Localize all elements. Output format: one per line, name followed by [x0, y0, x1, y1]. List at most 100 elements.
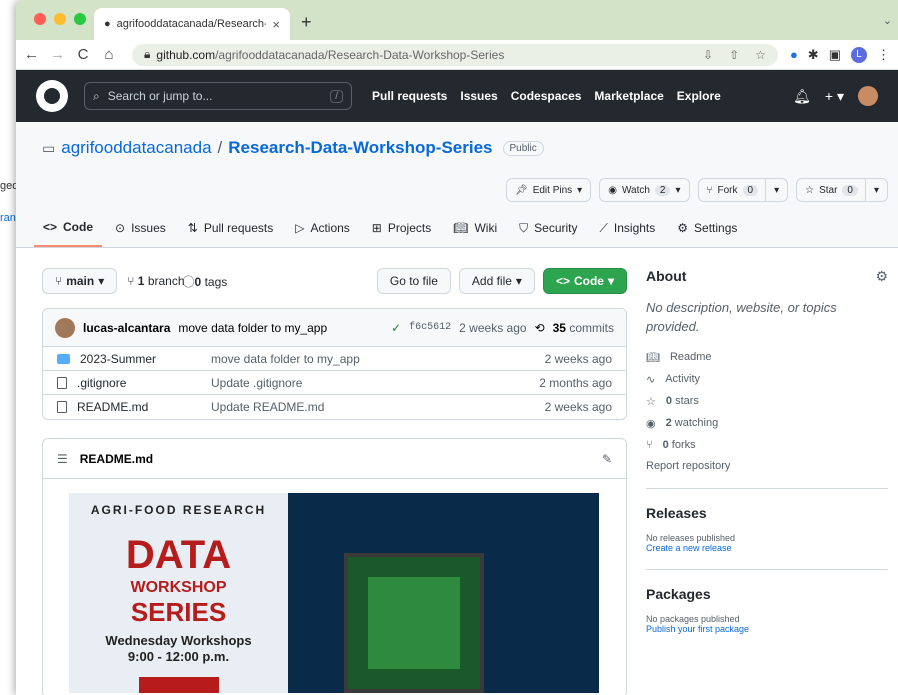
- tab-security[interactable]: ⛉ Security: [510, 220, 586, 247]
- tab-search-icon[interactable]: ⌄: [883, 14, 892, 27]
- list-icon[interactable]: ☰: [57, 452, 68, 466]
- nav-issues[interactable]: Issues: [460, 89, 497, 103]
- search-input[interactable]: ⌕ Search or jump to... /: [84, 82, 352, 110]
- forks-link[interactable]: ⑂ 0 forks: [646, 439, 888, 451]
- file-name[interactable]: 2023-Summer: [80, 352, 156, 366]
- back-icon[interactable]: ←: [24, 46, 39, 63]
- close-tab-icon[interactable]: ×: [272, 17, 280, 32]
- github-header: ⌕ Search or jump to... / Pull requests I…: [16, 70, 898, 122]
- shield-icon: ⛉: [519, 220, 529, 235]
- file-time: 2 months ago: [539, 375, 612, 390]
- tab-wiki[interactable]: 📖︎ Wiki: [444, 220, 506, 247]
- profile-avatar[interactable]: L: [851, 46, 867, 63]
- create-release-link[interactable]: Create a new release: [646, 543, 888, 553]
- fork-button[interactable]: ⑂ Fork 0 ▾: [697, 178, 789, 202]
- branches-link[interactable]: ⑂ 1 branch: [127, 274, 184, 288]
- tab-insights[interactable]: ⟋ Insights: [591, 220, 665, 247]
- chevron-down-icon[interactable]: ▾: [864, 178, 879, 202]
- report-repository-link[interactable]: Report repository: [646, 460, 888, 472]
- code-button[interactable]: <> Code ▾: [542, 268, 627, 294]
- address-bar[interactable]: 🔒︎ github.com/agrifooddatacanada/Researc…: [132, 43, 778, 66]
- nav-marketplace[interactable]: Marketplace: [594, 89, 663, 103]
- commits-link[interactable]: 35 commits: [553, 321, 614, 335]
- main-content: ⑂main▾ ⑂ 1 branch ⃝0 tags Go to file Add…: [42, 268, 627, 695]
- new-tab-button[interactable]: +: [301, 12, 312, 33]
- tab-actions-label: Actions: [310, 221, 350, 235]
- extension-icon[interactable]: ●: [790, 47, 798, 62]
- tab-pull-requests[interactable]: ⇅ Pull requests: [179, 220, 282, 247]
- branch-selector[interactable]: ⑂ main ▾: [42, 268, 118, 294]
- address-path: /agrifooddatacanada/Research-Data-Worksh…: [215, 47, 505, 62]
- go-to-file-button[interactable]: Go to file: [376, 268, 451, 294]
- repo-name-link[interactable]: Research-Data-Workshop-Series: [228, 138, 492, 158]
- commit-author[interactable]: lucas-alcantara: [83, 321, 170, 335]
- chevron-down-icon: ▾: [515, 274, 522, 288]
- github-logo-icon[interactable]: [36, 80, 68, 112]
- search-placeholder: Search or jump to...: [107, 89, 213, 103]
- publish-package-link[interactable]: Publish your first package: [646, 624, 888, 634]
- file-commit-message[interactable]: Update README.md: [211, 400, 545, 414]
- file-commit-message[interactable]: move data folder to my_app: [211, 352, 545, 366]
- tab-projects-label: Projects: [387, 221, 432, 235]
- nav-explore[interactable]: Explore: [677, 89, 721, 103]
- readme-link[interactable]: 📖︎ Readme: [646, 351, 888, 364]
- activity-link[interactable]: ∿ Activity: [646, 373, 888, 386]
- packages-title[interactable]: Packages: [646, 586, 888, 602]
- tab-actions[interactable]: ▷ Actions: [286, 220, 359, 247]
- edit-pins-button[interactable]: 📌︎ Edit Pins ▾: [506, 178, 592, 202]
- table-row[interactable]: 2023-Summer move data folder to my_app 2…: [43, 347, 626, 371]
- sidepanel-icon[interactable]: ▣: [829, 47, 841, 63]
- commit-message[interactable]: move data folder to my_app: [178, 321, 327, 335]
- file-name[interactable]: README.md: [77, 400, 148, 414]
- tags-link[interactable]: ⃝0 tags: [195, 273, 228, 290]
- avatar[interactable]: [55, 317, 75, 338]
- about-meta: 📖︎ Readme ∿ Activity ☆ 0 stars ◉ 2 watching …: [646, 351, 888, 472]
- user-avatar[interactable]: [858, 86, 878, 106]
- tab-issues[interactable]: ⊙ Issues: [106, 220, 175, 247]
- table-row[interactable]: .gitignore Update .gitignore 2 months ag…: [43, 371, 626, 395]
- reload-icon[interactable]: C: [76, 46, 90, 63]
- nav-pull-requests[interactable]: Pull requests: [372, 89, 447, 103]
- tab-wiki-label: Wiki: [474, 221, 498, 235]
- minimize-window-button[interactable]: [54, 13, 66, 25]
- forward-icon[interactable]: →: [50, 46, 65, 63]
- divider: [646, 568, 888, 570]
- watch-label: Watch: [621, 184, 650, 196]
- install-icon[interactable]: ⇩: [703, 48, 713, 62]
- puzzle-icon[interactable]: ✱: [808, 47, 819, 63]
- add-file-button[interactable]: Add file ▾: [458, 268, 535, 294]
- watch-button[interactable]: ◉ Watch 2 ▾: [599, 178, 690, 202]
- star-button[interactable]: ☆ Star 0 ▾: [796, 178, 888, 202]
- maximize-window-button[interactable]: [74, 13, 86, 25]
- code-label: Code: [573, 274, 604, 288]
- create-new-icon[interactable]: + ▾: [825, 88, 844, 105]
- file-name[interactable]: .gitignore: [77, 376, 126, 390]
- book-icon: 📖︎: [453, 221, 469, 235]
- notifications-bell-icon[interactable]: 🔔︎: [793, 88, 811, 105]
- gear-icon[interactable]: ⚙: [875, 268, 888, 285]
- menu-icon[interactable]: ⋮: [877, 47, 890, 63]
- nav-codespaces[interactable]: Codespaces: [511, 89, 582, 103]
- pencil-icon[interactable]: ✎: [602, 452, 612, 466]
- close-window-button[interactable]: [34, 13, 46, 25]
- branch-name: main: [66, 274, 95, 288]
- issue-icon: ⊙: [115, 221, 126, 235]
- share-icon[interactable]: ⇧: [729, 48, 739, 62]
- commit-sha[interactable]: f6c5612: [409, 322, 451, 333]
- table-row[interactable]: README.md Update README.md 2 weeks ago: [43, 395, 626, 419]
- releases-title[interactable]: Releases: [646, 505, 888, 521]
- chevron-down-icon: ▾: [675, 184, 681, 196]
- home-icon[interactable]: ⌂: [102, 46, 116, 63]
- file-commit-message[interactable]: Update .gitignore: [211, 376, 539, 390]
- tab-settings[interactable]: ⚙ Settings: [668, 220, 746, 247]
- chevron-down-icon[interactable]: ▾: [765, 178, 779, 202]
- bookmark-star-icon[interactable]: ☆: [755, 48, 766, 62]
- stars-link[interactable]: ☆ 0 stars: [646, 395, 888, 408]
- chevron-down-icon: ▾: [607, 274, 614, 288]
- watching-link[interactable]: ◉ 2 watching: [646, 417, 888, 430]
- repo-owner-link[interactable]: agrifooddatacanada: [61, 138, 211, 158]
- browser-tab[interactable]: ● agrifooddatacanada/Research- ×: [94, 8, 290, 40]
- code-toolbar: ⑂main▾ ⑂ 1 branch ⃝0 tags Go to file Add…: [42, 268, 627, 294]
- tab-code[interactable]: <> Code: [34, 220, 103, 247]
- tab-projects[interactable]: ⊞ Projects: [363, 220, 440, 247]
